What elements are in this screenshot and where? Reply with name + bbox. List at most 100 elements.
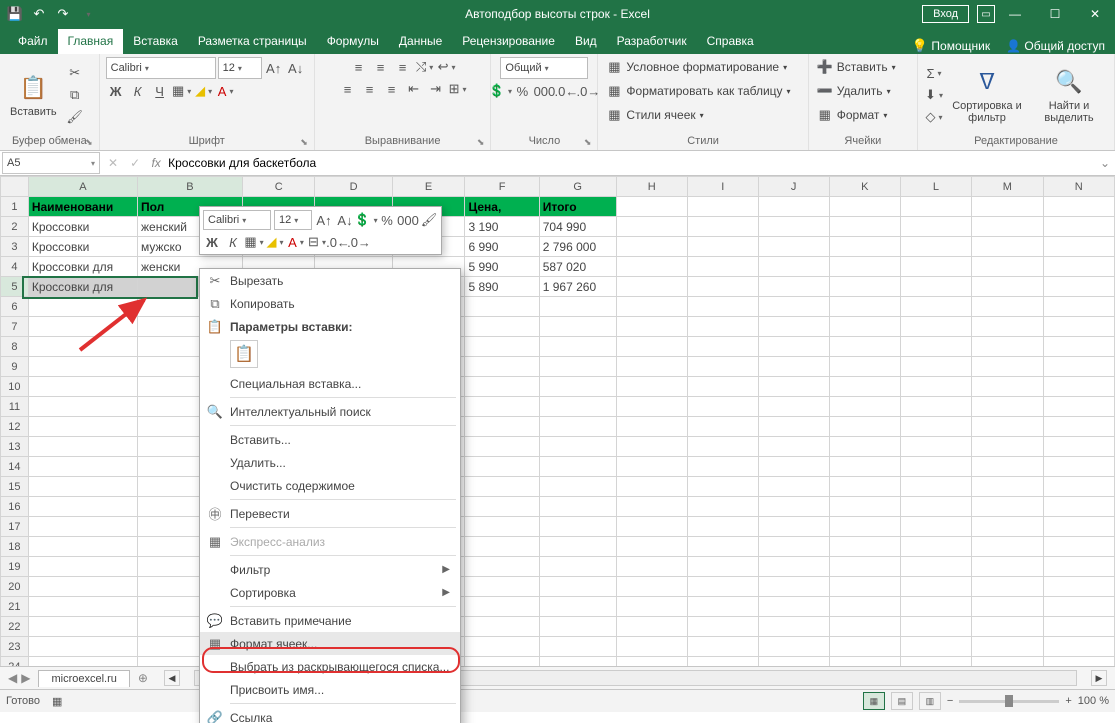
cell[interactable] <box>539 637 616 657</box>
ctx-insert[interactable]: Вставить... <box>200 428 460 451</box>
row-header[interactable]: 2 <box>1 217 29 237</box>
cell[interactable] <box>972 337 1043 357</box>
cell[interactable] <box>616 197 687 217</box>
tab-formulas[interactable]: Формулы <box>317 29 389 54</box>
sheet-nav-prev-icon[interactable]: ◀ <box>8 671 17 685</box>
col-header[interactable]: C <box>242 177 315 197</box>
cell[interactable] <box>1043 397 1114 417</box>
cell[interactable] <box>758 357 829 377</box>
cell[interactable] <box>465 457 539 477</box>
cell[interactable] <box>829 377 900 397</box>
cell[interactable] <box>1043 197 1114 217</box>
cell[interactable] <box>616 237 687 257</box>
cell[interactable]: 587 020 <box>539 257 616 277</box>
mini-comma-icon[interactable]: 000 <box>399 211 417 229</box>
ctx-format-cells[interactable]: ▦Формат ячеек... <box>200 632 460 655</box>
cell[interactable] <box>829 657 900 667</box>
qat-dropdown-icon[interactable] <box>78 5 96 23</box>
autosum-icon[interactable]: Σ <box>924 63 944 83</box>
mini-bold-button[interactable]: Ж <box>203 233 221 251</box>
mini-inc-decimal-icon[interactable]: .0← <box>329 233 347 251</box>
font-color-button[interactable]: A <box>216 81 236 101</box>
align-bottom-icon[interactable]: ≡ <box>393 57 413 77</box>
cell[interactable] <box>539 357 616 377</box>
col-header[interactable]: B <box>138 177 243 197</box>
cell[interactable] <box>1043 417 1114 437</box>
cell[interactable] <box>687 577 758 597</box>
dialog-launcher-icon[interactable]: ⬊ <box>584 137 592 148</box>
ctx-sort[interactable]: Сортировка▶ <box>200 581 460 604</box>
cell[interactable] <box>972 317 1043 337</box>
cell[interactable] <box>687 517 758 537</box>
ctx-filter[interactable]: Фильтр▶ <box>200 558 460 581</box>
col-header[interactable]: H <box>616 177 687 197</box>
cell[interactable] <box>829 457 900 477</box>
cell[interactable] <box>465 477 539 497</box>
cell[interactable] <box>1043 377 1114 397</box>
redo-icon[interactable]: ↷ <box>54 5 72 23</box>
col-header[interactable]: G <box>539 177 616 197</box>
format-painter-icon[interactable]: 🖌 <box>65 107 85 127</box>
cell[interactable] <box>465 377 539 397</box>
col-header[interactable]: J <box>758 177 829 197</box>
align-center-icon[interactable]: ≡ <box>360 79 380 99</box>
ctx-link[interactable]: 🔗Ссылка <box>200 706 460 723</box>
cell[interactable] <box>687 417 758 437</box>
cell[interactable] <box>616 497 687 517</box>
dialog-launcher-icon[interactable]: ⬊ <box>477 137 485 148</box>
col-header[interactable]: M <box>972 177 1043 197</box>
row-header[interactable]: 13 <box>1 437 29 457</box>
cell[interactable] <box>1043 577 1114 597</box>
border-button[interactable]: ▦ <box>172 81 192 101</box>
cell[interactable]: 3 190 <box>465 217 539 237</box>
cell[interactable] <box>758 397 829 417</box>
cell[interactable]: 1 967 260 <box>539 277 616 297</box>
zoom-in-button[interactable]: + <box>1065 695 1071 707</box>
cell[interactable] <box>758 477 829 497</box>
cell[interactable] <box>972 277 1043 297</box>
cell[interactable] <box>539 397 616 417</box>
cell[interactable] <box>539 597 616 617</box>
cell[interactable] <box>539 557 616 577</box>
new-sheet-button[interactable]: ⊕ <box>130 671 156 685</box>
cell[interactable] <box>616 457 687 477</box>
col-header[interactable]: K <box>829 177 900 197</box>
cell[interactable] <box>616 577 687 597</box>
mini-merge-icon[interactable]: ⊟ <box>308 233 326 251</box>
indent-increase-icon[interactable]: ⇥ <box>426 79 446 99</box>
zoom-slider[interactable] <box>959 700 1059 703</box>
macro-record-icon[interactable]: ▦ <box>52 695 62 708</box>
cell[interactable] <box>972 217 1043 237</box>
cell[interactable] <box>972 417 1043 437</box>
cell[interactable] <box>616 277 687 297</box>
row-header[interactable]: 20 <box>1 577 29 597</box>
cell[interactable] <box>687 197 758 217</box>
cell[interactable] <box>1043 217 1114 237</box>
copy-icon[interactable]: ⧉ <box>65 85 85 105</box>
number-format-select[interactable]: Общий <box>500 57 588 79</box>
indent-decrease-icon[interactable]: ⇤ <box>404 79 424 99</box>
cell[interactable] <box>616 357 687 377</box>
cell-styles-button[interactable]: ▦Стили ячеек▾ <box>604 105 703 125</box>
cell[interactable] <box>539 377 616 397</box>
mini-border-button[interactable]: ▦ <box>245 233 263 251</box>
cell[interactable] <box>758 557 829 577</box>
cell[interactable] <box>758 617 829 637</box>
mini-percent-icon[interactable]: % <box>378 211 396 229</box>
cell[interactable] <box>1043 497 1114 517</box>
cell[interactable] <box>539 317 616 337</box>
cell[interactable] <box>900 277 971 297</box>
row-header[interactable]: 15 <box>1 477 29 497</box>
col-header[interactable]: A <box>28 177 137 197</box>
cell[interactable] <box>972 237 1043 257</box>
row-header[interactable]: 3 <box>1 237 29 257</box>
cell[interactable] <box>539 577 616 597</box>
close-button[interactable]: ✕ <box>1075 0 1115 28</box>
formula-input[interactable] <box>166 154 1095 172</box>
cell[interactable] <box>1043 357 1114 377</box>
font-size-select[interactable]: 12 <box>218 57 262 79</box>
cell[interactable] <box>758 237 829 257</box>
cell[interactable] <box>687 397 758 417</box>
scroll-left-icon[interactable]: ◀ <box>164 670 180 686</box>
tab-insert[interactable]: Вставка <box>123 29 188 54</box>
